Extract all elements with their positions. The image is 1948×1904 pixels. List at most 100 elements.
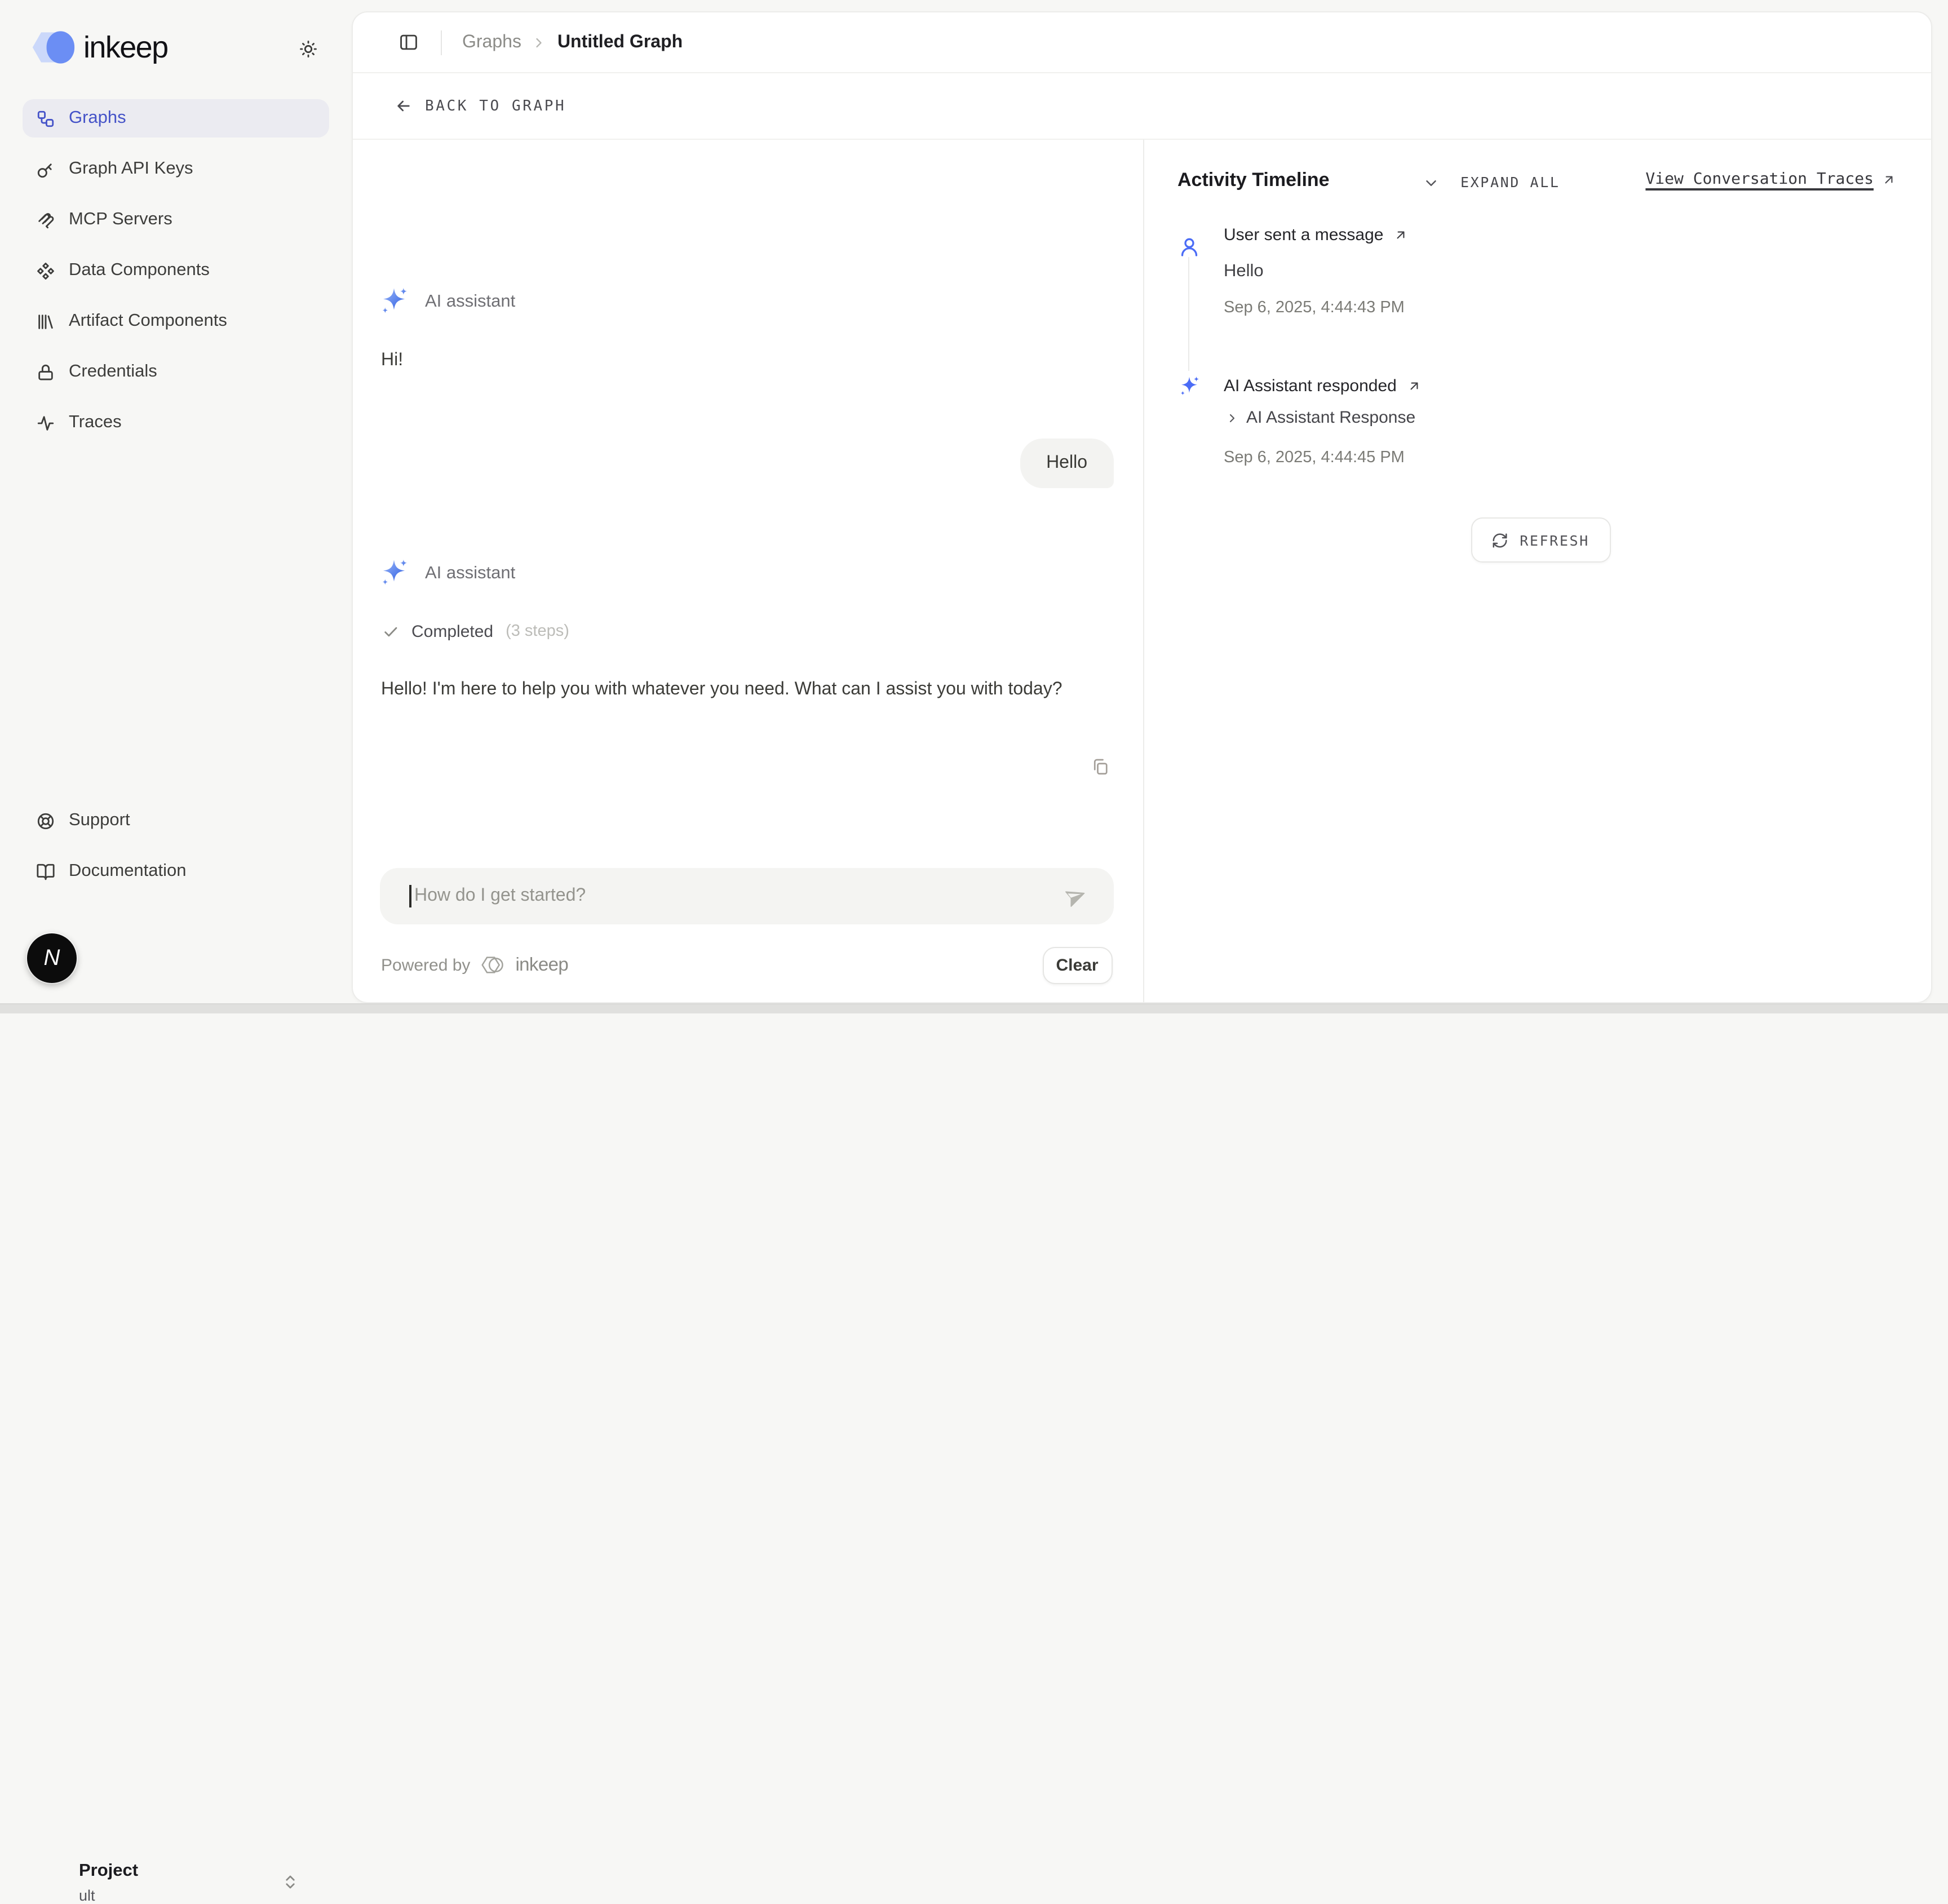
timeline-title: Activity Timeline bbox=[1177, 169, 1330, 192]
lock-icon bbox=[35, 362, 55, 382]
chat-input-placeholder: How do I get started? bbox=[414, 886, 1064, 906]
chevron-right-icon bbox=[532, 34, 547, 50]
sidebar-item-label: Graph API Keys bbox=[69, 159, 193, 179]
assistant-label: AI assistant bbox=[425, 563, 515, 583]
sidebar-footer-nav: Support Documentation bbox=[23, 802, 329, 891]
powered-by-text: Powered by bbox=[381, 955, 470, 975]
user-message-bubble: Hello bbox=[1020, 439, 1113, 488]
refresh-button[interactable]: REFRESH bbox=[1471, 517, 1610, 563]
ai-sparkle-icon bbox=[379, 286, 409, 317]
event-timestamp: Sep 6, 2025, 4:44:45 PM bbox=[1224, 449, 1405, 467]
brand-name: inkeep bbox=[83, 27, 168, 68]
arrow-left-icon bbox=[395, 97, 413, 115]
sidebar-item-label: Artifact Components bbox=[69, 311, 227, 331]
sidebar-toggle-button[interactable] bbox=[393, 28, 423, 57]
sidebar-item-graph-api-keys[interactable]: Graph API Keys bbox=[23, 150, 329, 188]
nextjs-dev-badge[interactable]: N bbox=[27, 933, 77, 983]
theme-toggle-button[interactable] bbox=[291, 32, 325, 65]
sidebar-item-data-components[interactable]: Data Components bbox=[23, 251, 329, 290]
sidebar-item-label: MCP Servers bbox=[69, 210, 172, 230]
arrow-up-right-icon bbox=[1881, 172, 1896, 187]
copy-message-button[interactable] bbox=[1090, 756, 1110, 777]
event-title: AI Assistant responded bbox=[1224, 377, 1397, 396]
sidebar-item-label: Credentials bbox=[69, 362, 157, 382]
topbar: Graphs Untitled Graph bbox=[353, 12, 1931, 73]
arrow-up-right-icon bbox=[1393, 228, 1408, 242]
check-icon bbox=[382, 623, 399, 640]
sidebar-item-documentation[interactable]: Documentation bbox=[23, 852, 329, 891]
project-subtitle: ult bbox=[79, 1887, 95, 1904]
library-icon bbox=[35, 312, 55, 331]
window-bottom-edge bbox=[0, 1003, 1948, 1013]
expand-all-button[interactable]: EXPAND ALL bbox=[1460, 174, 1560, 191]
send-icon bbox=[1064, 884, 1088, 908]
sidebar-item-support[interactable]: Support bbox=[23, 802, 329, 840]
component-icon bbox=[35, 261, 55, 280]
breadcrumb: Graphs Untitled Graph bbox=[462, 32, 683, 52]
chevron-right-icon bbox=[1225, 411, 1238, 424]
powered-by-brand: inkeep bbox=[515, 954, 568, 976]
arrow-up-right-icon bbox=[1407, 379, 1422, 393]
nextjs-n-glyph: N bbox=[44, 947, 60, 969]
chat-panel: AI assistant Hi! Hello AI assistant bbox=[353, 140, 1143, 1003]
refresh-label: REFRESH bbox=[1520, 532, 1590, 548]
sidebar-item-label: Support bbox=[69, 811, 130, 831]
sidebar-item-artifact-components[interactable]: Artifact Components bbox=[23, 302, 329, 340]
sidebar-nav: Graphs Graph API Keys MC bbox=[23, 99, 329, 442]
send-button[interactable] bbox=[1064, 884, 1088, 909]
breadcrumb-root[interactable]: Graphs bbox=[462, 32, 521, 52]
clear-button[interactable]: Clear bbox=[1042, 947, 1112, 984]
sidebar-item-label: Traces bbox=[69, 413, 122, 433]
assistant-message: Hello! I'm here to help you with whateve… bbox=[381, 674, 1121, 705]
event-body: Hello bbox=[1224, 262, 1264, 282]
inkeep-outline-icon bbox=[479, 954, 506, 976]
breadcrumb-current: Untitled Graph bbox=[557, 32, 683, 52]
response-toggle-label: AI Assistant Response bbox=[1246, 408, 1415, 427]
chevron-down-icon bbox=[1423, 174, 1440, 191]
inkeep-logo-icon bbox=[30, 27, 76, 68]
inkeep-logo[interactable]: inkeep bbox=[30, 27, 168, 68]
timeline-event-link[interactable]: User sent a message bbox=[1224, 225, 1408, 245]
ai-sparkle-icon bbox=[379, 558, 409, 588]
sidebar-item-label: Data Components bbox=[69, 260, 210, 281]
text-caret bbox=[409, 885, 411, 907]
sidebar-item-graphs[interactable]: Graphs bbox=[23, 99, 329, 138]
book-open-icon bbox=[35, 862, 55, 881]
sidebar: inkeep Graphs bbox=[0, 0, 352, 1013]
topbar-divider bbox=[441, 30, 442, 55]
powered-by-link[interactable]: Powered by inkeep bbox=[381, 954, 568, 976]
sidebar-item-mcp-servers[interactable]: MCP Servers bbox=[23, 201, 329, 239]
sidebar-item-credentials[interactable]: Credentials bbox=[23, 353, 329, 391]
event-title: User sent a message bbox=[1224, 225, 1383, 245]
user-icon bbox=[1177, 236, 1200, 258]
assistant-message-header: AI assistant bbox=[379, 286, 515, 317]
view-conversation-traces-link[interactable]: View Conversation Traces bbox=[1645, 170, 1896, 188]
key-icon bbox=[35, 160, 55, 179]
sidebar-item-label: Documentation bbox=[69, 861, 187, 882]
mcp-icon bbox=[35, 210, 55, 229]
chevrons-up-down-icon bbox=[282, 1874, 299, 1890]
app-window: inkeep Graphs bbox=[0, 0, 1948, 1013]
status-label: Completed bbox=[411, 622, 493, 641]
back-to-graph-button[interactable]: BACK TO GRAPH bbox=[353, 73, 1931, 140]
chat-input[interactable]: How do I get started? bbox=[380, 868, 1113, 924]
copy-icon bbox=[1090, 756, 1110, 777]
panel-left-icon bbox=[397, 32, 419, 53]
timeline-event-link[interactable]: AI Assistant responded bbox=[1224, 377, 1422, 396]
life-buoy-icon bbox=[35, 811, 55, 830]
status-steps: (3 steps) bbox=[506, 622, 569, 640]
main-panel: Graphs Untitled Graph BACK TO GRAPH bbox=[352, 11, 1932, 1003]
activity-timeline-panel: Activity Timeline EXPAND ALL View Conver… bbox=[1144, 140, 1931, 1003]
assistant-label: AI assistant bbox=[425, 291, 515, 312]
sidebar-item-label: Graphs bbox=[69, 108, 126, 129]
user-message-text: Hello bbox=[1046, 453, 1087, 473]
activity-icon bbox=[35, 413, 55, 432]
project-name: Project bbox=[79, 1861, 138, 1881]
timeline-collapse-button[interactable] bbox=[1421, 172, 1441, 193]
back-to-graph-label: BACK TO GRAPH bbox=[425, 98, 566, 114]
assistant-status-row: Completed (3 steps) bbox=[382, 621, 569, 641]
sidebar-item-traces[interactable]: Traces bbox=[23, 404, 329, 442]
event-timestamp: Sep 6, 2025, 4:44:43 PM bbox=[1224, 299, 1405, 317]
timeline-rail bbox=[1188, 257, 1189, 371]
assistant-response-toggle[interactable]: AI Assistant Response bbox=[1225, 408, 1415, 427]
